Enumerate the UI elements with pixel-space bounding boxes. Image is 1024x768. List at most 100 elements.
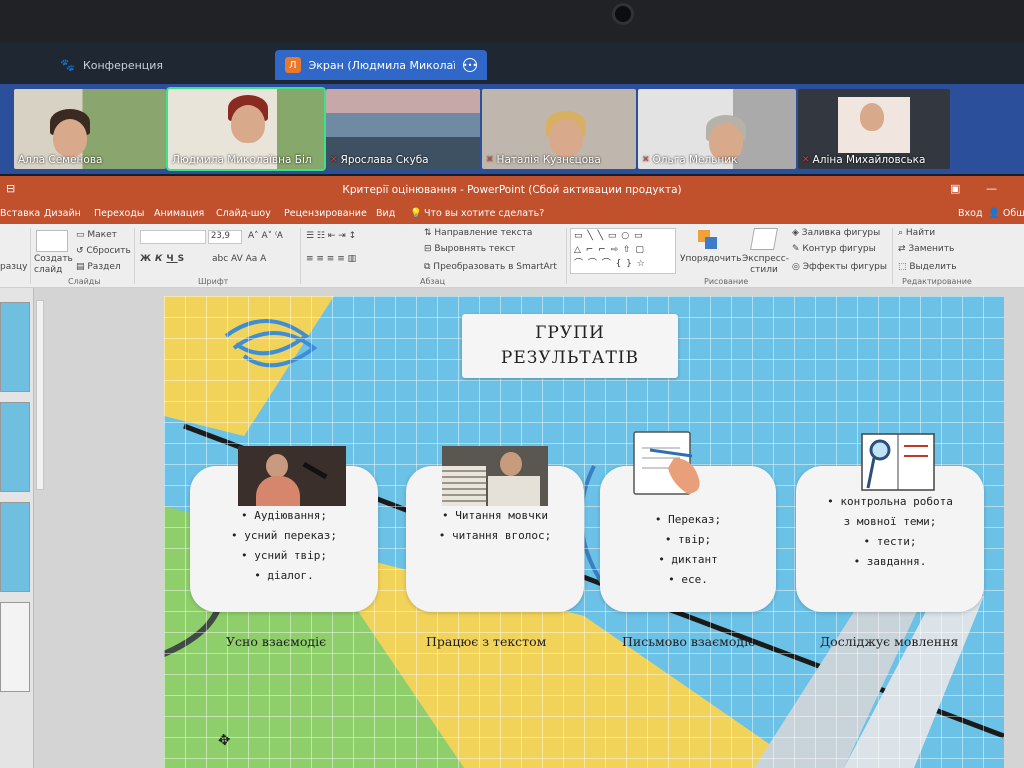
text-direction-button[interactable]: ⇅ Направление текста <box>424 228 532 238</box>
list-item: з мовної теми; <box>843 515 937 528</box>
tab-view[interactable]: Вид <box>376 208 395 219</box>
signin-link[interactable]: Вход <box>958 208 983 219</box>
list-item: • диктант <box>658 553 718 566</box>
tab-conference[interactable]: 🐾 Конференция <box>50 50 173 80</box>
share-button[interactable]: 👤 Общ <box>988 208 1024 219</box>
tab-screen-share[interactable]: Л Экран (Людмила Миколаївна Біл ••• <box>275 50 487 80</box>
paw-icon: 🐾 <box>60 58 75 72</box>
shapes-gallery[interactable]: ▭ ╲ ╲ ▭ ○ ▭ △ ⌐ ⌐ ⇨ ⇧ ▢ ⌒ ⌒ ⌒ { } ☆ <box>570 228 676 274</box>
slide-thumbnail[interactable] <box>0 602 30 692</box>
list-item: • усний переказ; <box>231 529 337 542</box>
slide-thumbnail[interactable] <box>0 402 30 492</box>
list-item: • Аудіювання; <box>240 509 328 522</box>
ribbon-display-icon[interactable]: ▣ <box>950 182 960 195</box>
participant-name: ✕ Ольга Мельник <box>642 154 738 166</box>
mouse-pointer-icon: ✥ <box>216 730 232 750</box>
quick-styles-button[interactable]: Экспресс-стили <box>742 254 789 276</box>
list-buttons[interactable]: ☰ ☷ ⇤ ⇥ ↕ <box>306 231 356 241</box>
shape-outline-button[interactable]: ✎ Контур фигуры <box>792 244 876 254</box>
font-group-label: Шрифт <box>198 277 229 286</box>
slide-thumbnails-pane <box>0 288 34 768</box>
participant-tile[interactable]: ✕ Наталія Кузнєцова <box>482 89 636 169</box>
participant-tile[interactable]: ✕ Аліна Михайловська <box>798 89 950 169</box>
list-item: • твір; <box>664 533 712 546</box>
list-item: • Переказ; <box>654 513 722 526</box>
participant-tile[interactable]: ✕ Ольга Мельник <box>638 89 796 169</box>
reading-photo <box>442 446 548 506</box>
tab-review[interactable]: Рецензирование <box>284 208 367 219</box>
font-name-input[interactable] <box>140 230 206 244</box>
slides-group-label: Слайды <box>68 277 101 286</box>
new-slide-button[interactable]: Создать слайд <box>34 254 73 276</box>
slide-thumbnail[interactable] <box>0 302 30 392</box>
select-button[interactable]: ⬚ Выделить <box>898 262 957 272</box>
tab-animation[interactable]: Анимация <box>154 208 204 219</box>
list-item: • есе. <box>668 573 708 586</box>
list-item: • Читання мовчки <box>442 509 548 522</box>
participant-name: ✕ Аліна Михайловська <box>802 154 926 166</box>
paragraph-group-label: Абзац <box>420 277 446 286</box>
conference-tab-bar: 🐾 Конференция Л Экран (Людмила Миколаївн… <box>0 42 1024 84</box>
participant-tile-active-speaker[interactable]: Людмила Миколаївна Біл <box>166 87 326 171</box>
paste-button-label[interactable]: разцу <box>0 262 27 272</box>
align-text-button[interactable]: ⊟ Выровнять текст <box>424 244 515 254</box>
section-button[interactable]: ▤ Раздел <box>76 262 121 272</box>
podcast-photo <box>238 446 346 506</box>
alignment-buttons[interactable]: ≡ ≡ ≡ ≡ ▥ <box>306 254 356 264</box>
font-size-input[interactable]: 23,9 <box>208 230 242 244</box>
mic-muted-icon: ✕ <box>802 155 810 165</box>
card-caption: Працює з текстом <box>426 634 547 649</box>
card-caption: Письмово взаємодіє <box>622 634 756 649</box>
slide-title-line2: РЕЗУЛЬТАТІВ <box>500 348 640 368</box>
participant-tile[interactable]: ✕ Ярослава Скуба <box>326 89 480 169</box>
tab-slideshow[interactable]: Слайд-шоу <box>216 208 271 219</box>
shape-fill-button[interactable]: ◈ Заливка фигуры <box>792 228 880 238</box>
card-caption: Досліджує мовлення <box>820 634 959 649</box>
lightbulb-icon: 💡 <box>410 208 422 219</box>
mic-muted-icon: ✕ <box>642 155 650 165</box>
participant-name: ✕ Наталія Кузнєцова <box>486 154 601 166</box>
list-item: • усний твір; <box>240 549 328 562</box>
current-slide[interactable]: ГРУПИ РЕЗУЛЬТАТІВ • Аудіювання; • усний … <box>164 296 1004 768</box>
arrange-button[interactable]: Упорядочить <box>680 254 741 264</box>
magnifier-book-icon <box>861 433 935 491</box>
layout-button[interactable]: ▭ Макет <box>76 230 117 240</box>
new-slide-icon[interactable] <box>36 230 68 252</box>
shape-effects-button[interactable]: ◎ Эффекты фигуры <box>792 262 887 272</box>
list-item: • тести; <box>863 535 917 548</box>
ribbon: разцу Создать слайд ▭ Макет ↺ Сбросить ▤… <box>0 224 1024 288</box>
participant-name: Людмила Миколаївна Біл <box>172 154 312 166</box>
font-size-buttons[interactable]: A˄ A˅ ⁽Ꭺ <box>248 231 283 241</box>
mic-muted-icon: ✕ <box>486 155 494 165</box>
slide-thumbnail[interactable] <box>0 502 30 592</box>
tab-conference-label: Конференция <box>82 58 164 72</box>
slide-title[interactable]: ГРУПИ РЕЗУЛЬТАТІВ <box>462 314 678 378</box>
minimize-icon[interactable]: — <box>986 182 997 195</box>
font-format-buttons[interactable]: ЖКЧS <box>140 254 188 264</box>
presenter-badge: Л <box>285 57 301 73</box>
laptop-bezel <box>0 0 1024 42</box>
tab-insert[interactable]: Вставка <box>0 208 40 219</box>
screen: 🐾 Конференция Л Экран (Людмила Миколаївн… <box>0 0 1024 768</box>
participant-name: Алла Семенова <box>18 154 103 166</box>
replace-button[interactable]: ⇄ Заменить <box>898 244 954 254</box>
list-item: • завдання. <box>853 555 927 568</box>
find-button[interactable]: ⌕ Найти <box>898 228 935 238</box>
ribbon-tabs: Вставка Дизайн Переходы Анимация Слайд-ш… <box>0 204 1024 224</box>
tab-design[interactable]: Дизайн <box>44 208 81 219</box>
webcam-icon <box>612 3 634 25</box>
more-icon[interactable]: ••• <box>463 58 477 72</box>
smartart-button[interactable]: ⧉ Преобразовать в SmartArt <box>424 262 557 272</box>
reset-button[interactable]: ↺ Сбросить <box>76 246 131 256</box>
tell-me-box[interactable]: Что вы хотите сделать? <box>424 208 544 219</box>
arrange-icon <box>696 228 722 252</box>
tab-transitions[interactable]: Переходы <box>94 208 144 219</box>
participant-tile[interactable]: Алла Семенова <box>14 89 166 169</box>
list-item: • діалог. <box>254 569 314 582</box>
char-spacing-buttons[interactable]: abc AV Aa A <box>212 254 266 264</box>
thumbnails-scrollbar[interactable] <box>36 300 44 490</box>
card-caption: Усно взаємодіє <box>226 634 327 649</box>
powerpoint-title-bar: ⊟ Критерії оцінювання - PowerPoint (Сбой… <box>0 176 1024 204</box>
mic-muted-icon: ✕ <box>330 155 338 165</box>
drawing-group-label: Рисование <box>704 277 749 286</box>
